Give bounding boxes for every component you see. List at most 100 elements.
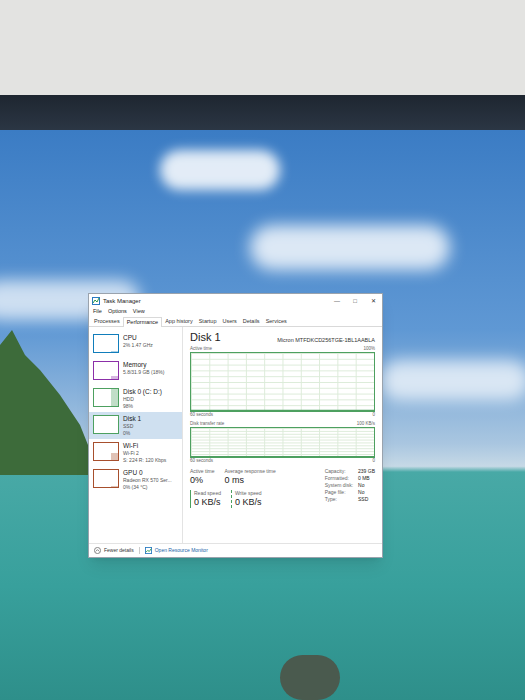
speed-stat: Read speed0 KB/s bbox=[190, 490, 221, 508]
speeds-row: Read speed0 KB/s Write speed 0 KB/s bbox=[190, 490, 276, 508]
mini-graph bbox=[93, 388, 119, 407]
detail-title: Disk 1 bbox=[190, 331, 221, 344]
property-label: Capacity: bbox=[325, 468, 353, 475]
chart-span: 60 seconds bbox=[190, 458, 213, 464]
title-bar: Task Manager —□✕ bbox=[89, 294, 382, 307]
sidebar-item-detail: 0% (34 °C) bbox=[123, 484, 172, 491]
sidebar-item-text: Wi-FiWi-Fi 2S: 224 R: 120 Kbps bbox=[123, 442, 166, 463]
photo: Task Manager—□✕FileOptionsViewProcessesP… bbox=[0, 0, 525, 700]
sidebar-item[interactable]: Disk 0 (C: D:)HDD98% bbox=[89, 385, 182, 412]
tab-bar: ProcessesPerformanceApp historyStartupUs… bbox=[89, 316, 382, 327]
sidebar-item-detail: Wi-Fi 2 bbox=[123, 450, 166, 457]
sidebar-item-text: GPU 0Radeon RX 570 Ser...0% (34 °C) bbox=[123, 469, 172, 490]
chart-line bbox=[191, 456, 374, 457]
task-manager-icon bbox=[92, 297, 100, 305]
sidebar-item-text: CPU2% 1.47 GHz bbox=[123, 334, 153, 349]
sidebar-item[interactable]: CPU2% 1.47 GHz bbox=[89, 331, 182, 358]
property-label: Formatted: bbox=[325, 475, 353, 482]
tab[interactable]: Users bbox=[219, 317, 239, 326]
stats-left: Active time0%Average response time0 msRe… bbox=[190, 468, 276, 508]
resource-monitor-icon bbox=[145, 547, 152, 554]
sidebar-item-text: Disk 1SSD0% bbox=[123, 415, 141, 436]
chart-span: 60 seconds bbox=[190, 412, 213, 418]
resource-monitor-link[interactable]: Open Resource Monitor bbox=[145, 547, 208, 554]
chart-line bbox=[191, 410, 374, 411]
mini-graph bbox=[93, 334, 119, 353]
property-label: Type: bbox=[325, 496, 353, 503]
sidebar-item[interactable]: Disk 1SSD0% bbox=[89, 412, 182, 439]
stat-value: 0% bbox=[190, 475, 214, 486]
property-label: Page file: bbox=[325, 489, 353, 496]
stat: Average response time0 ms bbox=[224, 468, 275, 486]
tab[interactable]: Performance bbox=[123, 317, 163, 327]
tab[interactable]: Processes bbox=[91, 317, 123, 326]
footer: Fewer details Open Resource Monitor bbox=[89, 543, 382, 557]
cloud bbox=[380, 360, 525, 400]
menu-item[interactable]: Options bbox=[108, 309, 127, 315]
chart-axis: 60 seconds0 bbox=[190, 458, 375, 464]
sidebar-item-text: Memory5.8/31.9 GB (18%) bbox=[123, 361, 164, 376]
cloud bbox=[160, 150, 280, 190]
window-control-button[interactable]: — bbox=[328, 294, 346, 307]
mountain-icon bbox=[0, 325, 100, 475]
chart-plot bbox=[191, 428, 374, 457]
properties: Capacity:239 GBFormatted:0 MBSystem disk… bbox=[325, 468, 375, 508]
tab[interactable]: Services bbox=[263, 317, 290, 326]
mini-graph-fill bbox=[111, 486, 118, 487]
property-value: No bbox=[358, 489, 375, 496]
chart bbox=[190, 427, 375, 458]
chart-line bbox=[191, 456, 374, 457]
sidebar-item-name: Memory bbox=[123, 361, 164, 369]
mini-graph-fill bbox=[111, 453, 118, 460]
fewer-details-button[interactable]: Fewer details bbox=[94, 547, 134, 554]
sidebar-item[interactable]: GPU 0Radeon RX 570 Ser...0% (34 °C) bbox=[89, 466, 182, 493]
sidebar-item[interactable]: Wi-FiWi-Fi 2S: 224 R: 120 Kbps bbox=[89, 439, 182, 466]
sidebar-item-name: GPU 0 bbox=[123, 469, 172, 477]
stat-label: Average response time bbox=[224, 468, 275, 475]
mini-graph bbox=[93, 442, 119, 461]
stat: Active time0% bbox=[190, 468, 214, 486]
sidebar-item-detail: 0% bbox=[123, 430, 141, 437]
sidebar-item[interactable]: Memory5.8/31.9 GB (18%) bbox=[89, 358, 182, 385]
menu-item[interactable]: File bbox=[93, 309, 102, 315]
chevron-up-icon bbox=[94, 547, 101, 554]
property-value: No bbox=[358, 482, 375, 489]
sidebar: CPU2% 1.47 GHz Memory5.8/31.9 GB (18%) Dis… bbox=[89, 327, 183, 543]
speed-label: Write speed bbox=[235, 490, 262, 497]
window-title: Task Manager bbox=[103, 298, 141, 304]
tab[interactable]: App history bbox=[162, 317, 196, 326]
sidebar-item-name: Disk 1 bbox=[123, 415, 141, 423]
property-value: 0 MB bbox=[358, 475, 375, 482]
sidebar-item-detail: 98% bbox=[123, 403, 162, 410]
tab[interactable]: Startup bbox=[196, 317, 220, 326]
sidebar-item-text: Disk 0 (C: D:)HDD98% bbox=[123, 388, 162, 409]
chart-min: 0 bbox=[372, 412, 375, 418]
speed-value: 0 KB/s bbox=[194, 497, 221, 508]
stats-area: Active time0%Average response time0 msRe… bbox=[190, 468, 375, 508]
mini-graph bbox=[93, 415, 119, 434]
ceiling bbox=[0, 0, 525, 95]
resource-monitor-label: Open Resource Monitor bbox=[155, 548, 208, 553]
chart-axis: 60 seconds 0 bbox=[190, 412, 375, 418]
tab[interactable]: Details bbox=[240, 317, 263, 326]
task-manager-window: Task Manager—□✕FileOptionsViewProcessesP… bbox=[88, 293, 383, 558]
footer-separator bbox=[139, 547, 140, 554]
window-control-button[interactable]: ✕ bbox=[364, 294, 382, 307]
menu-bar: File Options View bbox=[89, 307, 382, 316]
window-control-button[interactable]: □ bbox=[346, 294, 364, 307]
sidebar-item-detail: 2% 1.47 GHz bbox=[123, 342, 153, 349]
mini-graph bbox=[93, 469, 119, 488]
performance-body: CPU2% 1.47 GHz Memory5.8/31.9 GB (18%) Dis… bbox=[89, 327, 382, 543]
menu-item[interactable]: View bbox=[133, 309, 145, 315]
window-controls: —□✕ bbox=[328, 294, 382, 307]
sidebar-item-name: CPU bbox=[123, 334, 153, 342]
mini-graph-fill bbox=[111, 351, 118, 352]
mini-graph-fill bbox=[111, 376, 118, 379]
sidebar-item-name: Disk 0 (C: D:) bbox=[123, 388, 162, 396]
property-value: 239 GB bbox=[358, 468, 375, 475]
property-value: SSD bbox=[358, 496, 375, 503]
chart bbox=[190, 352, 375, 412]
fewer-details-label: Fewer details bbox=[104, 548, 134, 553]
mini-graph bbox=[93, 361, 119, 380]
sidebar-item-detail: HDD bbox=[123, 396, 162, 403]
